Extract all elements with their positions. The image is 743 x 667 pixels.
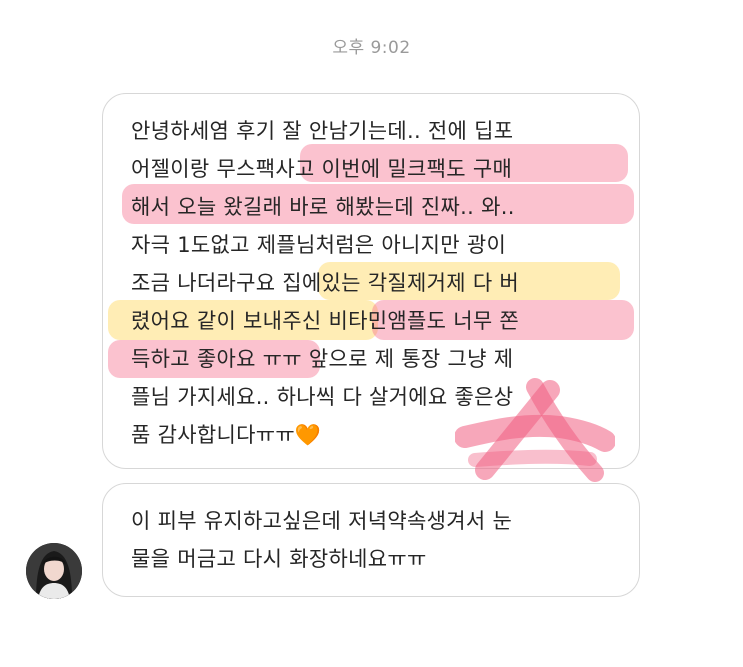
message-text-line: 득하고 좋아요 ㅠㅠ 앞으로 제 통장 그냥 제 <box>131 347 514 371</box>
message-text-line: 조금 나더라구요 집에있는 각질제거제 다 버 <box>131 271 520 295</box>
message-text-line: 안녕하세염 후기 잘 안남기는데.. 전에 딥포 <box>131 119 514 143</box>
message-bubble[interactable]: 이 피부 유지하고싶은데 저녁약속생겨서 눈 물을 머금고 다시 화장하네요ㅠㅠ <box>102 483 640 597</box>
message-text-line: 이 피부 유지하고싶은데 저녁약속생겨서 눈 <box>131 509 513 533</box>
message-text-line: 물을 머금고 다시 화장하네요ㅠㅠ <box>131 547 427 571</box>
message-timestamp: 오후 9:02 <box>332 38 411 58</box>
scribble-mark-icon <box>455 378 615 482</box>
message-text-line: 렸어요 같이 보내주신 비타민앰플도 너무 쫀 <box>131 309 520 333</box>
profile-photo-icon <box>26 543 82 599</box>
message-text-line: 어젤이랑 무스팩사고 이번에 밀크팩도 구매 <box>131 157 513 181</box>
message-text-line: 해서 오늘 왔길래 바로 해봤는데 진짜.. 와.. <box>131 195 515 219</box>
message-text-line: 자극 1도없고 제플님처럼은 아니지만 광이 <box>131 233 507 257</box>
avatar[interactable] <box>26 543 82 599</box>
